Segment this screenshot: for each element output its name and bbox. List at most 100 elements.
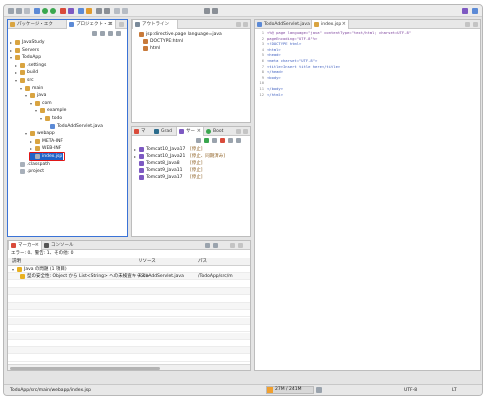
tab-console[interactable]: コンソール (42, 241, 78, 250)
tab-package-explorer[interactable]: パッケージ・エク (8, 20, 66, 29)
line-number: 11 (259, 86, 264, 91)
debug-server-icon[interactable] (196, 138, 201, 143)
tree-item-label: main (32, 85, 44, 91)
tree-item-label: .project (27, 169, 45, 175)
column-description[interactable]: 説明 (12, 258, 21, 265)
tab-index-jsp[interactable]: index.jsp × (311, 20, 349, 29)
table-row (8, 281, 250, 288)
warning-icon (20, 274, 25, 280)
close-icon[interactable]: × (35, 241, 39, 250)
chevron-down-icon[interactable]: ▾ (35, 107, 37, 114)
new-icon[interactable] (8, 8, 14, 14)
tab-markers[interactable]: マーカー × (8, 241, 42, 250)
open-type-icon[interactable] (104, 8, 110, 14)
chevron-right-icon[interactable]: ▸ (30, 138, 32, 145)
minimize-icon[interactable] (236, 22, 241, 27)
maximize-icon[interactable] (473, 22, 478, 27)
filter-icon[interactable] (205, 243, 210, 248)
collapse-all-icon[interactable] (92, 31, 97, 36)
save-all-icon[interactable] (24, 8, 30, 14)
column-path[interactable]: パス (198, 258, 207, 265)
search-icon[interactable] (96, 8, 102, 14)
chevron-right-icon[interactable]: ▸ (10, 47, 12, 54)
tab-gradle[interactable]: Grad (152, 127, 176, 136)
scrollbar-thumb[interactable] (10, 366, 160, 370)
forward-icon[interactable] (212, 8, 218, 14)
horizontal-scrollbar[interactable] (8, 364, 250, 370)
folder-icon (35, 138, 40, 144)
heap-status[interactable]: 27M / 241M (266, 386, 314, 394)
new-package-icon[interactable] (86, 8, 92, 14)
chevron-down-icon[interactable]: ▾ (15, 77, 17, 84)
java-file-icon (257, 22, 262, 27)
minimize-icon[interactable] (236, 129, 241, 134)
publish-icon[interactable] (228, 138, 233, 143)
folder-icon (40, 108, 45, 114)
garbage-collect-icon[interactable] (316, 387, 322, 393)
save-icon[interactable] (16, 8, 22, 14)
perspective-icon[interactable] (462, 8, 468, 14)
tab-boot-dashboard[interactable]: Boot (204, 127, 230, 136)
tree-item-label: .classpath (27, 161, 50, 167)
filter-icon[interactable] (108, 31, 113, 36)
chevron-down-icon[interactable]: ▾ (10, 54, 12, 61)
chevron-right-icon[interactable]: ▸ (15, 62, 17, 69)
tab-project-explorer[interactable]: プロジェクト・エ × (66, 20, 116, 29)
chevron-down-icon[interactable]: ▾ (25, 130, 27, 137)
debug-icon[interactable] (34, 8, 40, 14)
start-server-icon[interactable] (204, 138, 209, 143)
tab-outline[interactable]: アウトライン (132, 20, 178, 29)
tab-markers[interactable]: マ (132, 127, 152, 136)
column-resource[interactable]: リソース (138, 258, 156, 265)
tomcat-icon (139, 168, 144, 173)
annotation-icon[interactable] (122, 8, 128, 14)
folder-icon (20, 70, 25, 76)
view-menu-icon[interactable] (213, 243, 218, 248)
warning-icon (17, 267, 22, 272)
view-menu-icon[interactable] (116, 31, 121, 36)
chevron-right-icon[interactable]: ▸ (134, 146, 136, 153)
folder-icon (15, 40, 20, 45)
folder-icon (20, 78, 25, 83)
tag-icon (143, 46, 148, 51)
tree-item-label: TodoApp (22, 55, 42, 61)
minimize-icon[interactable] (119, 22, 124, 27)
stop-server-icon[interactable] (220, 138, 225, 143)
chevron-down-icon[interactable]: ▾ (30, 100, 32, 107)
chevron-down-icon[interactable]: ▾ (20, 85, 22, 92)
tree-item-label: webapp (37, 131, 55, 137)
maximize-icon[interactable] (238, 243, 243, 248)
server-icon[interactable] (68, 8, 74, 14)
minimize-icon[interactable] (465, 22, 470, 27)
chevron-down-icon[interactable]: ▾ (25, 92, 27, 99)
run-as-icon[interactable] (50, 8, 56, 14)
java-perspective-icon[interactable] (472, 8, 478, 14)
chevron-right-icon[interactable]: ▸ (15, 69, 17, 76)
chevron-right-icon[interactable]: ▸ (134, 153, 136, 160)
close-icon[interactable]: × (197, 127, 201, 136)
view-menu-icon[interactable] (236, 138, 241, 143)
minimize-icon[interactable] (230, 243, 235, 248)
tomcat-icon (139, 147, 144, 152)
close-icon[interactable]: × (342, 20, 346, 29)
code-text: <!DOCTYPE html> (267, 41, 302, 47)
stop-icon[interactable] (60, 8, 66, 14)
maximize-icon[interactable] (243, 129, 248, 134)
maximize-icon[interactable] (243, 22, 248, 27)
tab-servers[interactable]: サー × (176, 127, 204, 136)
server-state: [停止] (190, 161, 203, 166)
run-icon[interactable] (42, 8, 48, 14)
chevron-down-icon[interactable]: ▾ (40, 115, 42, 122)
chevron-right-icon[interactable]: ▸ (10, 39, 12, 46)
toggle-icon[interactable] (114, 8, 120, 14)
new-class-icon[interactable] (78, 8, 84, 14)
tab-todoaddservlet-java[interactable]: TodoAddServlet.java (255, 20, 311, 29)
back-icon[interactable] (204, 8, 210, 14)
server-state: [停止] (190, 147, 203, 152)
marker-group-label: Java の問題 (1 項目) (24, 267, 67, 272)
profile-server-icon[interactable] (212, 138, 217, 143)
link-editor-icon[interactable] (100, 31, 105, 36)
close-icon[interactable]: × (109, 20, 113, 29)
chevron-down-icon[interactable]: ▾ (12, 266, 14, 273)
line-number: 1 (261, 30, 264, 35)
